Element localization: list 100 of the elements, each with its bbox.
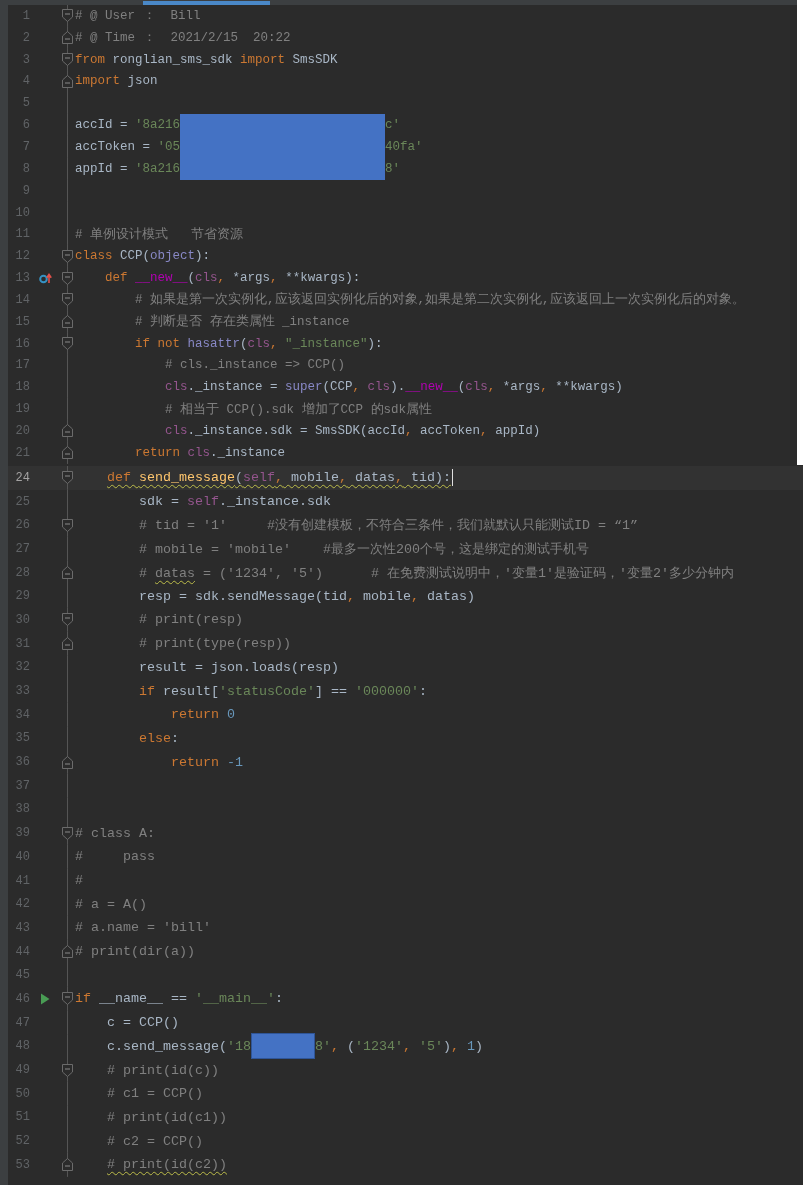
fold-icon[interactable]	[62, 755, 73, 769]
code-line: accId = '8a216	[75, 118, 181, 133]
line-number: 45	[15, 968, 30, 983]
code-line: 40fa'	[385, 140, 423, 154]
code-line: c = CCP()	[107, 1015, 179, 1031]
fold-icon[interactable]	[62, 446, 73, 460]
line-number: 51	[15, 1110, 30, 1125]
code-line: result = json.loads(resp)	[139, 659, 339, 675]
code-line: # print(id(c2))	[107, 1157, 227, 1173]
line-number: 12	[15, 249, 30, 264]
fold-icon[interactable]	[62, 1158, 73, 1172]
line-number: 53	[15, 1157, 30, 1172]
code-line: c'	[385, 118, 401, 133]
text-cursor	[452, 469, 454, 487]
line-number: 29	[15, 589, 30, 604]
code-line: # a = A()	[75, 896, 147, 912]
line-number: 5	[22, 96, 30, 111]
line-number: 26	[15, 518, 30, 533]
fold-icon[interactable]	[62, 424, 73, 438]
line-number: 46	[15, 991, 30, 1006]
line-number: 18	[15, 380, 30, 395]
code-line: # print(resp)	[139, 612, 243, 628]
line-number: 31	[15, 636, 30, 651]
fold-icon[interactable]	[62, 471, 73, 485]
code-line: def send_message(self, mobile, datas, tid):	[107, 470, 451, 486]
line-number: 27	[15, 541, 30, 556]
code-line: # c1 = CCP()	[107, 1086, 203, 1102]
code-line: # print(type(resp))	[139, 636, 291, 652]
line-number: 28	[15, 565, 30, 580]
line-number: 32	[15, 660, 30, 675]
code-line: if not hasattr(cls, "_instance"):	[135, 336, 383, 351]
line-number: 11	[15, 227, 30, 242]
code-line: # 判断是否 存在类属性 _instance	[135, 313, 350, 331]
fold-icon[interactable]	[62, 74, 73, 88]
code-line: resp = sdk.sendMessage(tid, mobile, datas)	[139, 588, 475, 604]
code-line: c.send_message('18	[107, 1038, 251, 1054]
line-number: 13	[15, 271, 30, 286]
code-line: from ronglian_sms_sdk import SmsSDK	[75, 52, 338, 67]
fold-icon[interactable]	[62, 518, 73, 532]
line-number: 10	[15, 205, 30, 220]
line-number: 40	[15, 849, 30, 864]
fold-icon[interactable]	[62, 637, 73, 651]
code-line: # @ Time ： 2021/2/15 20:22	[75, 30, 291, 47]
fold-icon[interactable]	[62, 613, 73, 627]
code-line: #	[75, 873, 83, 889]
code-line: # @ User ： Bill	[75, 8, 201, 25]
line-number: 15	[15, 314, 30, 329]
line-number: 8	[22, 161, 30, 176]
line-number: 16	[15, 336, 30, 351]
line-number: 25	[15, 494, 30, 509]
line-number: 4	[22, 74, 30, 89]
code-line: 8', ('1234', '5'), 1)	[315, 1038, 483, 1054]
fold-icon[interactable]	[62, 271, 73, 285]
fold-icon[interactable]	[62, 249, 73, 263]
fold-icon[interactable]	[62, 293, 73, 307]
line-number: 2	[22, 30, 30, 45]
line-number: 17	[15, 358, 30, 373]
fold-icon[interactable]	[62, 566, 73, 580]
line-number: 19	[15, 402, 30, 417]
line-number: 21	[15, 445, 30, 460]
line-number: 30	[15, 612, 30, 627]
line-number: 36	[15, 755, 30, 770]
line-number: 35	[15, 731, 30, 746]
code-line: else:	[139, 730, 179, 746]
fold-icon[interactable]	[62, 337, 73, 351]
line-number: 38	[15, 802, 30, 817]
fold-icon[interactable]	[62, 992, 73, 1006]
line-number: 41	[15, 873, 30, 888]
code-line: accToken = '05	[75, 140, 181, 154]
line-number: 49	[15, 1063, 30, 1078]
code-line: if __name__ == '__main__':	[75, 991, 283, 1007]
fold-icon[interactable]	[62, 315, 73, 329]
fold-icon[interactable]	[62, 945, 73, 959]
line-number: 24	[15, 470, 30, 485]
line-number: 6	[22, 118, 30, 133]
code-line: # c2 = CCP()	[107, 1133, 203, 1149]
line-number: 50	[15, 1086, 30, 1101]
line-number: 7	[22, 140, 30, 154]
code-line: appId = '8a216	[75, 161, 181, 176]
fold-icon[interactable]	[62, 53, 73, 67]
play-icon[interactable]	[40, 992, 50, 1005]
code-line: # a.name = 'bill'	[75, 920, 211, 936]
code-line: # tid = '1' #没有创建模板，不符合三条件，我们就默认只能测试ID = “1”	[139, 517, 638, 535]
line-number: 34	[15, 707, 30, 722]
line-number: 1	[22, 8, 30, 23]
fold-icon[interactable]	[62, 31, 73, 45]
fold-icon[interactable]	[62, 1063, 73, 1077]
code-line: # 相当于 CCP().sdk 增加了CCP 的sdk属性	[165, 401, 433, 418]
circle-arrow-icon[interactable]	[38, 272, 52, 284]
code-line: # pass	[75, 849, 155, 865]
code-line: cls._instance = super(CCP, cls).__new__(cls, *args, **kwargs)	[165, 380, 623, 395]
line-number: 48	[15, 1039, 30, 1054]
code-line: # print(dir(a))	[75, 944, 195, 960]
code-line: # print(id(c))	[107, 1062, 219, 1078]
redaction-block	[251, 1033, 315, 1060]
fold-icon[interactable]	[62, 9, 73, 23]
fold-icon[interactable]	[62, 826, 73, 840]
code-line: # datas = ('1234', '5') # 在免费测试说明中，'变量1'是验证码，'变量2'多少分钟内	[139, 564, 734, 582]
code-line: # cls._instance => CCP()	[165, 358, 346, 373]
code-line: return cls._instance	[135, 445, 286, 460]
